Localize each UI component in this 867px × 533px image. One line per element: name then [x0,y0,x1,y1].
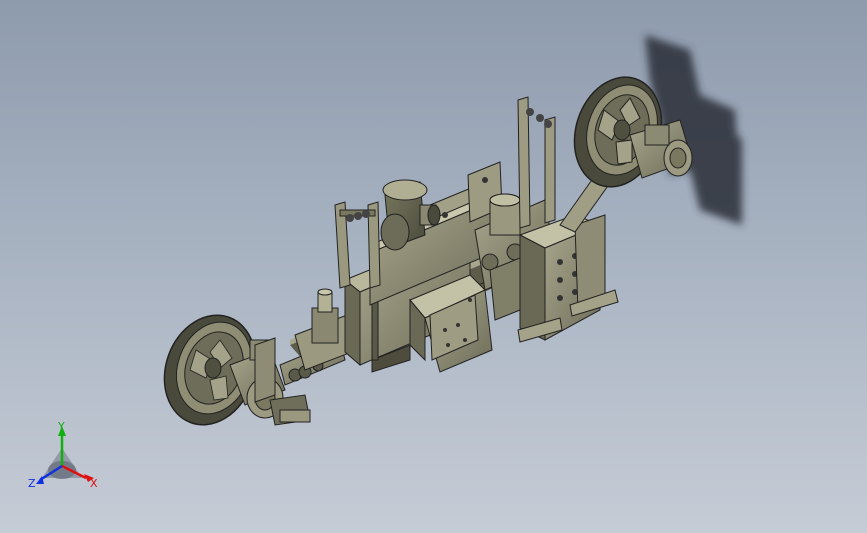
model-scene[interactable]: Y X Z [0,0,867,533]
z-axis-label: Z [28,477,36,490]
coordinate-triad: Y X Z [28,420,98,490]
x-axis-label: X [90,477,98,490]
graphics-viewport[interactable]: Y X Z [0,0,867,533]
y-axis-label: Y [57,420,65,433]
right-gearbox-stand [517,214,619,343]
